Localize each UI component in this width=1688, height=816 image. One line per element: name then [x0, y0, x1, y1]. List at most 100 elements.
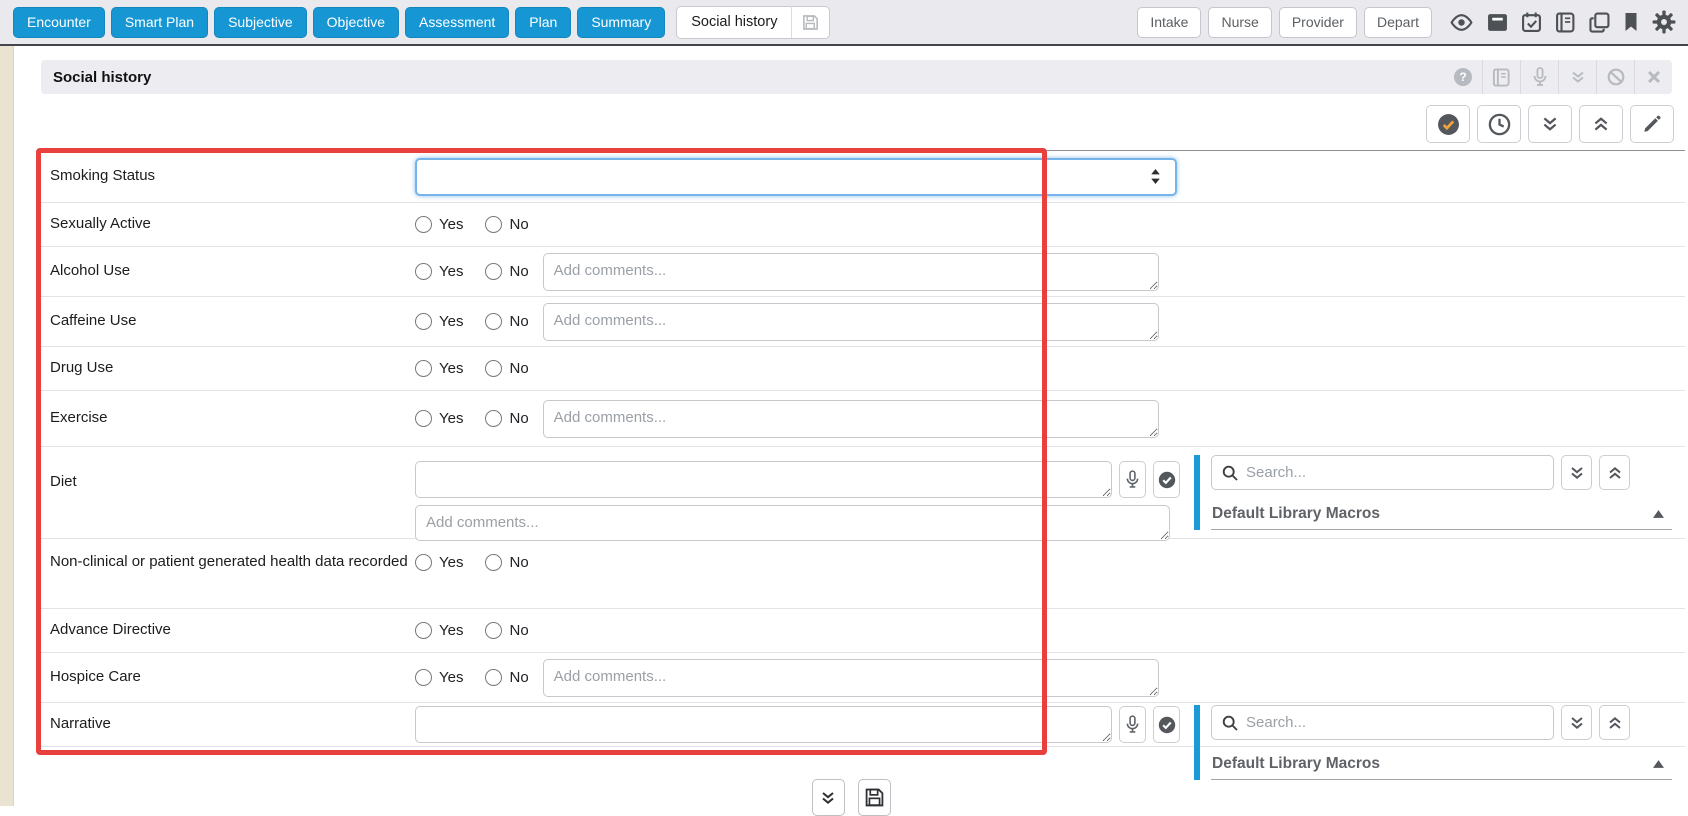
save-tab-icon[interactable] — [792, 14, 829, 31]
check-circle-icon — [1158, 716, 1176, 734]
macro-collapse-button[interactable] — [1599, 455, 1630, 490]
archive-icon[interactable] — [1487, 13, 1508, 32]
radio-no[interactable] — [485, 410, 502, 427]
macro-collapse-button[interactable] — [1599, 705, 1630, 740]
nav-button-assessment[interactable]: Assessment — [405, 7, 509, 38]
caffeine-comments-input[interactable] — [543, 303, 1159, 341]
topbar-icon-group — [1449, 10, 1676, 34]
top-navigation-bar: Encounter Smart Plan Subjective Objectiv… — [0, 0, 1688, 46]
close-section-icon[interactable] — [1634, 60, 1672, 94]
mark-reviewed-button[interactable] — [1426, 105, 1470, 143]
row-advance-directive: Advance Directive Yes No — [37, 609, 1685, 653]
save-button[interactable] — [858, 779, 891, 816]
diet-comments-input[interactable] — [415, 505, 1170, 541]
caret-up-icon — [1653, 510, 1664, 518]
clock-icon — [1488, 113, 1511, 136]
radio-yes[interactable] — [415, 216, 432, 233]
expand-all-button[interactable] — [1528, 105, 1572, 143]
gear-icon[interactable] — [1652, 10, 1676, 34]
disable-section-icon[interactable] — [1596, 60, 1634, 94]
collapse-section-icon[interactable] — [1558, 60, 1596, 94]
macro-group-header[interactable]: Default Library Macros — [1211, 748, 1672, 780]
field-label: Advance Directive — [50, 621, 415, 640]
book-icon[interactable] — [1555, 12, 1576, 33]
edit-button[interactable] — [1630, 105, 1674, 143]
macro-search-box[interactable] — [1211, 455, 1554, 490]
stage-button-provider[interactable]: Provider — [1279, 7, 1357, 38]
nav-button-summary[interactable]: Summary — [577, 7, 665, 38]
stage-button-nurse[interactable]: Nurse — [1208, 7, 1271, 38]
field-label: Narrative — [50, 715, 415, 734]
nav-button-plan[interactable]: Plan — [515, 7, 571, 38]
radio-yes[interactable] — [415, 554, 432, 571]
tab-social-history-label: Social history — [677, 14, 791, 30]
macro-expand-button[interactable] — [1561, 455, 1592, 490]
radio-yes[interactable] — [415, 622, 432, 639]
scroll-down-button[interactable] — [812, 779, 845, 816]
library-book-icon[interactable] — [1482, 60, 1520, 94]
page-left-margin-strip — [0, 46, 13, 806]
macro-search-input[interactable] — [1246, 464, 1543, 481]
radio-no[interactable] — [485, 622, 502, 639]
radio-no-label: No — [509, 410, 528, 427]
hospice-comments-input[interactable] — [543, 659, 1159, 697]
pencil-icon — [1642, 114, 1662, 134]
stage-button-depart[interactable]: Depart — [1364, 7, 1432, 38]
help-icon[interactable]: ? — [1444, 60, 1482, 94]
radio-no[interactable] — [485, 216, 502, 233]
radio-no[interactable] — [485, 313, 502, 330]
history-button[interactable] — [1477, 105, 1521, 143]
macro-group-header[interactable]: Default Library Macros — [1211, 498, 1672, 530]
social-history-panel: Social history ? — [13, 46, 1688, 806]
bookmark-icon[interactable] — [1623, 12, 1639, 32]
double-chevron-up-icon — [1607, 715, 1623, 731]
microphone-icon[interactable] — [1520, 60, 1558, 94]
radio-yes-label: Yes — [439, 216, 463, 233]
nav-button-objective[interactable]: Objective — [313, 7, 399, 38]
eye-icon[interactable] — [1449, 14, 1474, 31]
double-chevron-down-icon — [1569, 465, 1585, 481]
diet-dictate-button[interactable] — [1119, 461, 1146, 498]
double-chevron-down-icon — [1541, 115, 1559, 133]
exercise-comments-input[interactable] — [543, 400, 1159, 438]
radio-yes[interactable] — [415, 360, 432, 377]
diet-macro-panel: Default Library Macros — [1194, 455, 1672, 530]
radio-no[interactable] — [485, 263, 502, 280]
radio-yes[interactable] — [415, 263, 432, 280]
narrative-dictate-button[interactable] — [1119, 706, 1146, 743]
nav-button-subjective[interactable]: Subjective — [214, 7, 307, 38]
radio-no[interactable] — [485, 669, 502, 686]
diet-confirm-button[interactable] — [1153, 461, 1180, 498]
nav-button-smart-plan[interactable]: Smart Plan — [111, 7, 208, 38]
copy-icon[interactable] — [1589, 12, 1610, 33]
alcohol-comments-input[interactable] — [543, 253, 1159, 291]
radio-no-label: No — [509, 360, 528, 377]
collapse-all-button[interactable] — [1579, 105, 1623, 143]
smoking-status-select[interactable] — [415, 158, 1177, 196]
calendar-check-icon[interactable] — [1521, 12, 1542, 33]
narrative-input[interactable] — [415, 706, 1112, 743]
field-label: Sexually Active — [50, 215, 415, 234]
section-title: Social history — [53, 69, 151, 86]
macro-expand-button[interactable] — [1561, 705, 1592, 740]
row-smoking-status: Smoking Status — [37, 151, 1685, 203]
double-chevron-down-icon — [1569, 715, 1585, 731]
macro-search-input[interactable] — [1246, 714, 1543, 731]
diet-input[interactable] — [415, 461, 1112, 498]
select-spinner-icon — [1150, 169, 1161, 184]
radio-no-label: No — [509, 622, 528, 639]
tab-social-history[interactable]: Social history — [676, 6, 830, 39]
radio-yes-label: Yes — [439, 360, 463, 377]
radio-yes[interactable] — [415, 410, 432, 427]
section-header-icons: ? — [1444, 60, 1672, 94]
search-icon — [1222, 715, 1238, 731]
stage-button-intake[interactable]: Intake — [1137, 7, 1201, 38]
section-toolbar — [1426, 105, 1674, 143]
radio-no[interactable] — [485, 554, 502, 571]
radio-yes[interactable] — [415, 669, 432, 686]
nav-button-encounter[interactable]: Encounter — [13, 7, 105, 38]
radio-no[interactable] — [485, 360, 502, 377]
macro-search-box[interactable] — [1211, 705, 1554, 740]
radio-yes[interactable] — [415, 313, 432, 330]
narrative-confirm-button[interactable] — [1153, 706, 1180, 743]
